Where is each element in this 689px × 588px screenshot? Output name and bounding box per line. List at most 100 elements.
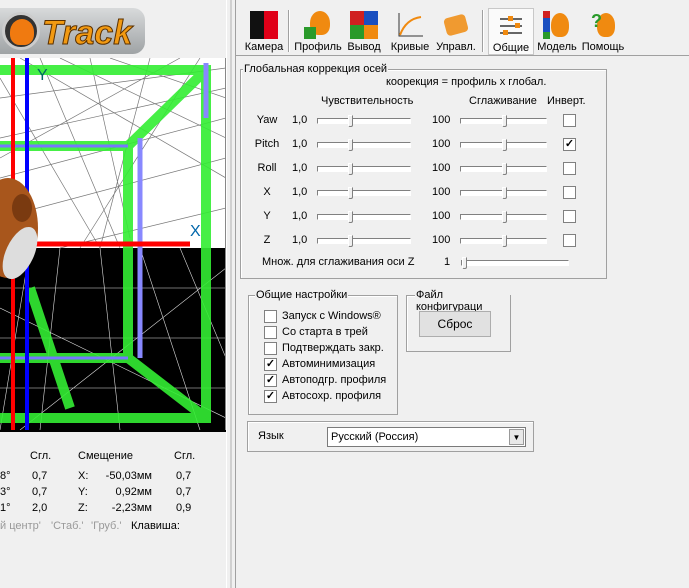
tab-output[interactable]: Вывод: [344, 8, 384, 55]
slider-thumb[interactable]: [347, 211, 353, 223]
smoothing-slider[interactable]: [460, 235, 547, 247]
rotation-value: 3°: [0, 486, 11, 498]
rough-key-button[interactable]: 'Груб.': [91, 520, 122, 532]
tab-curves[interactable]: Кривые: [388, 8, 432, 55]
axis-name: Y: [263, 210, 271, 222]
language-select[interactable]: Русский (Россия) ▼: [327, 427, 526, 447]
option-checkbox[interactable]: [264, 326, 277, 339]
invert-checkbox[interactable]: [563, 234, 576, 247]
control-icon: [442, 11, 470, 39]
group-title: Глобальная коррекция осей: [243, 63, 389, 75]
reset-button[interactable]: Сброс: [419, 311, 491, 337]
global-axis-correction-group: Глобальная коррекция осей коорекция = пр…: [240, 63, 607, 279]
option-checkbox[interactable]: ✓: [264, 374, 277, 387]
axis-label: X:: [78, 470, 89, 482]
slider-thumb[interactable]: [501, 163, 507, 175]
chevron-down-icon[interactable]: ▼: [509, 429, 524, 445]
general-settings-icon: [497, 12, 525, 40]
option-checkbox[interactable]: ✓: [264, 390, 277, 403]
slider-thumb[interactable]: [501, 139, 507, 151]
slider-thumb[interactable]: [347, 187, 353, 199]
tab-label: Управл.: [436, 41, 476, 53]
invert-checkbox[interactable]: [563, 210, 576, 223]
option-label[interactable]: Автоминимизация: [282, 358, 375, 370]
axis-name: Z: [263, 234, 271, 246]
invert-checkbox[interactable]: [563, 162, 576, 175]
slider-thumb[interactable]: [501, 187, 507, 199]
invert-checkbox[interactable]: ✓: [563, 138, 576, 151]
slider-thumb[interactable]: [462, 257, 467, 269]
smoothing-slider[interactable]: [460, 115, 547, 127]
axis-label: Y:: [78, 486, 88, 498]
tab-help[interactable]: ? Помощь: [580, 8, 626, 55]
option-label[interactable]: Со старта в трей: [282, 326, 368, 338]
sensitivity-value: 1,0: [292, 234, 308, 246]
z-smoothing-multiplier-value: 1: [444, 256, 451, 268]
smoothing-slider[interactable]: [460, 139, 547, 151]
sensitivity-slider[interactable]: [317, 235, 411, 247]
tab-label: Общие: [492, 42, 530, 54]
slider-thumb[interactable]: [347, 139, 353, 151]
language-label: Язык: [258, 430, 284, 442]
option-label[interactable]: Запуск с Windows®: [282, 310, 381, 322]
sensitivity-value: 1,0: [292, 210, 308, 222]
axis-name: Pitch: [254, 138, 280, 150]
tab-label: Помощь: [581, 41, 625, 53]
smoothing-slider[interactable]: [460, 211, 547, 223]
head-logo-icon: [2, 12, 40, 50]
tracking-readout-panel: Сгл. Смещение Сгл. 8° 0,7 X: -50,03мм 0,…: [0, 430, 226, 588]
axis-name: X: [263, 186, 271, 198]
slider-thumb[interactable]: [501, 235, 507, 247]
curves-icon: [396, 11, 424, 39]
smoothing-value: 100: [432, 138, 451, 150]
slider-thumb[interactable]: [501, 115, 507, 127]
tab-label: Кривые: [390, 41, 430, 53]
stab-key-button[interactable]: 'Стаб.': [51, 520, 84, 532]
sensitivity-slider[interactable]: [317, 211, 411, 223]
slider-thumb[interactable]: [347, 235, 353, 247]
option-checkbox[interactable]: ✓: [264, 358, 277, 371]
invert-checkbox[interactable]: [563, 114, 576, 127]
center-key-button[interactable]: й центр': [0, 520, 41, 532]
tab-profile[interactable]: Профиль: [294, 8, 342, 55]
offset-smooth: 0,9: [176, 502, 192, 514]
tab-control[interactable]: Управл.: [434, 8, 478, 55]
option-checkbox[interactable]: [264, 310, 277, 323]
rotation-smooth: 0,7: [32, 486, 48, 498]
option-label[interactable]: Автоподгр. профиля: [282, 374, 386, 386]
smoothing-slider[interactable]: [460, 187, 547, 199]
sensitivity-slider[interactable]: [317, 163, 411, 175]
sensitivity-slider[interactable]: [317, 115, 411, 127]
camera-icon: [250, 11, 278, 39]
sensitivity-slider[interactable]: [317, 187, 411, 199]
header-smoothing: Сглаживание: [469, 95, 537, 107]
option-label[interactable]: Автосохр. профиля: [282, 390, 381, 402]
splitter[interactable]: [226, 0, 236, 588]
correction-formula: коорекция = профиль x глобал.: [386, 76, 547, 88]
option-checkbox[interactable]: [264, 342, 277, 355]
sensitivity-slider[interactable]: [317, 139, 411, 151]
sensitivity-value: 1,0: [292, 114, 308, 126]
3d-viewport[interactable]: Y X: [0, 58, 226, 430]
smoothing-value: 100: [432, 114, 451, 126]
profile-icon: [304, 11, 332, 39]
smoothing-slider[interactable]: [460, 163, 547, 175]
sensitivity-value: 1,0: [292, 162, 308, 174]
offset-value: -2,23мм: [111, 502, 152, 514]
slider-thumb[interactable]: [501, 211, 507, 223]
viewport-scene: Y X: [0, 58, 225, 430]
output-icon: [350, 11, 378, 39]
offset-value: 0,92мм: [115, 486, 152, 498]
invert-checkbox[interactable]: [563, 186, 576, 199]
tab-general[interactable]: Общие: [488, 8, 534, 55]
tab-camera[interactable]: Камера: [242, 8, 286, 55]
axis-x-label: X: [190, 223, 201, 240]
tab-model[interactable]: Модель: [536, 8, 578, 55]
rotation-value: 8°: [0, 470, 11, 482]
slider-thumb[interactable]: [347, 163, 353, 175]
option-label[interactable]: Подтверждать закр.: [282, 342, 384, 354]
slider-thumb[interactable]: [347, 115, 353, 127]
general-settings-group: Общие настройки Запуск с Windows® Со ста…: [248, 289, 398, 415]
rotation-smooth: 2,0: [32, 502, 48, 514]
z-smoothing-multiplier-slider[interactable]: [461, 257, 569, 269]
